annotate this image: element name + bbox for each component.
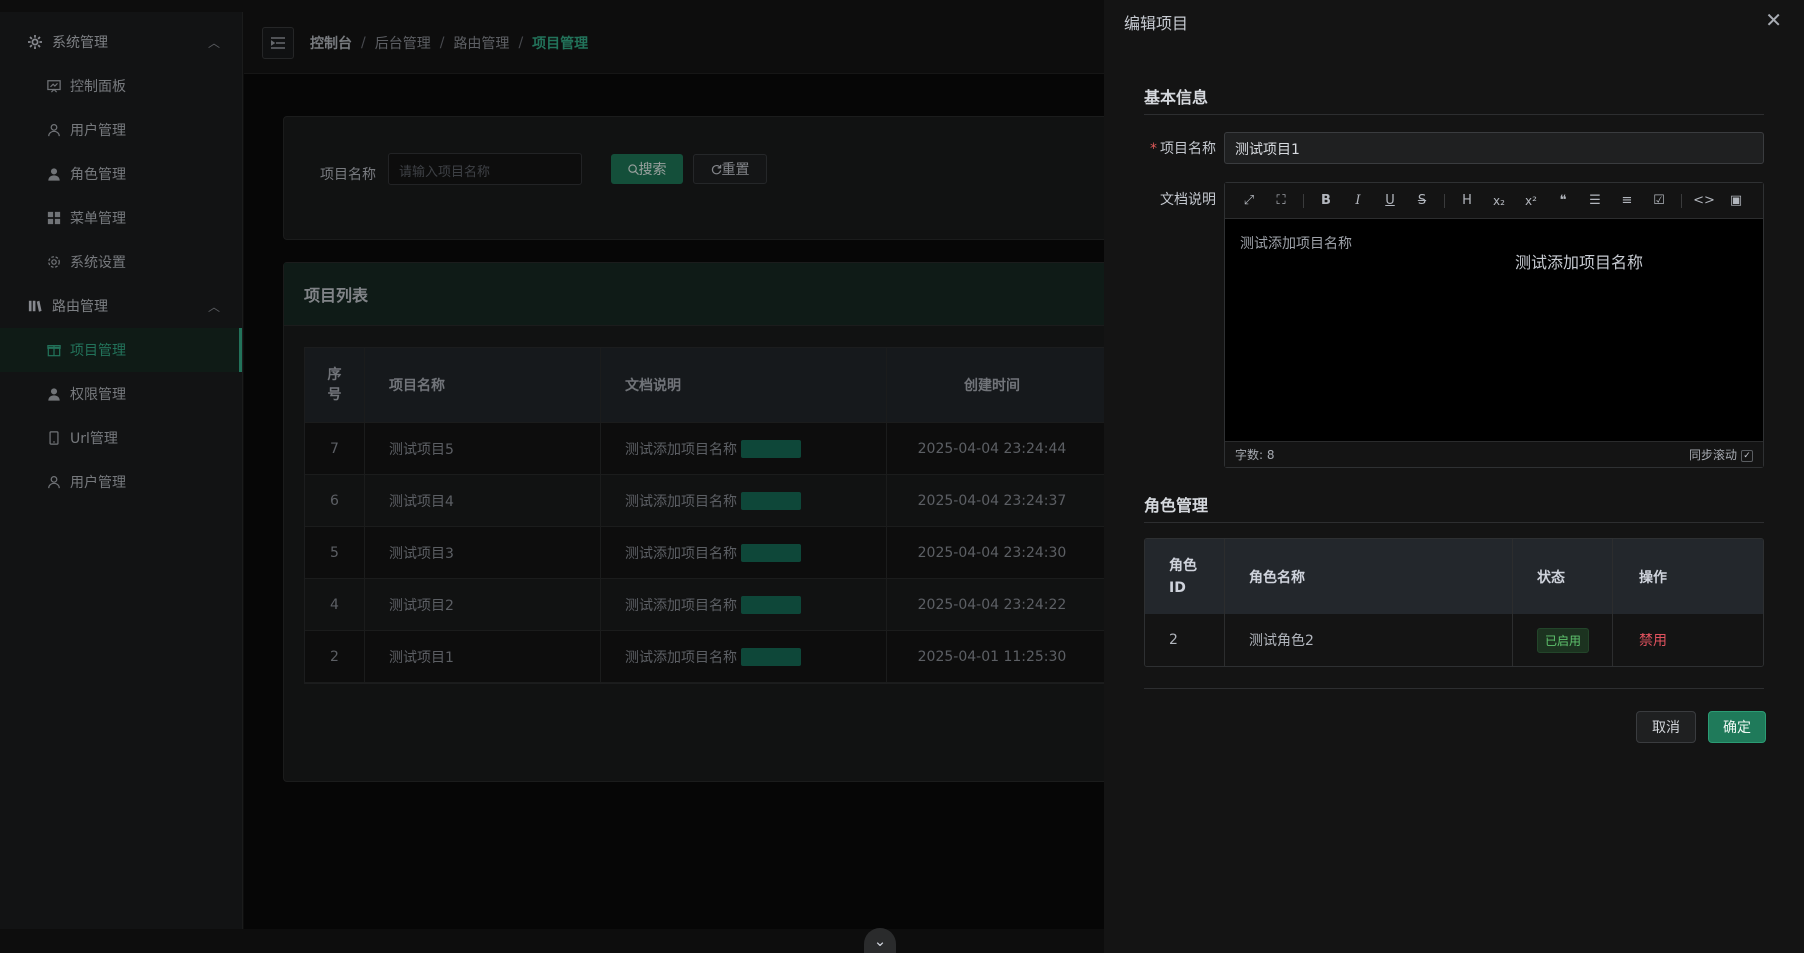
project-name-label-text: 项目名称	[1160, 141, 1216, 157]
drawer-overlay[interactable]	[0, 0, 1104, 953]
editor-body[interactable]: 测试添加项目名称 测试添加项目名称	[1225, 219, 1763, 441]
sync-scroll-toggle[interactable]: 同步滚动 ✓	[1689, 446, 1753, 463]
superscript-icon[interactable]: x²	[1515, 183, 1547, 219]
footer-divider	[1144, 688, 1764, 689]
cell-role-id: 2	[1145, 614, 1225, 666]
bold-icon[interactable]: B	[1310, 183, 1342, 219]
column-header: 操作	[1639, 569, 1667, 586]
section-divider	[1144, 114, 1764, 115]
table-header-row: 角色ID 角色名称 状态 操作	[1145, 539, 1763, 614]
column-header: 角色ID	[1145, 539, 1225, 614]
markdown-editor: ⤢ ⛶ B I U S H x₂ x² ❝ ☰ ≡ ☑ <> ▣ 测试添加项目名…	[1224, 182, 1764, 468]
editor-toolbar: ⤢ ⛶ B I U S H x₂ x² ❝ ☰ ≡ ☑ <> ▣	[1225, 183, 1763, 219]
task-list-icon[interactable]: ☑	[1643, 183, 1675, 219]
column-header: 角色名称	[1225, 539, 1513, 614]
column-header: 状态	[1513, 539, 1613, 614]
edit-project-drawer: 编辑项目 ✕ 基本信息 * 项目名称 测试项目1 文档说明 ⤢ ⛶ B I U S…	[1104, 0, 1804, 953]
close-icon[interactable]: ✕	[1765, 8, 1782, 32]
sync-scroll-label: 同步滚动	[1688, 448, 1737, 462]
heading-icon[interactable]: H	[1451, 183, 1483, 219]
cell-role-name: 测试角色2	[1225, 614, 1513, 666]
cancel-button[interactable]: 取消	[1636, 711, 1696, 743]
quote-icon[interactable]: ❝	[1547, 183, 1579, 219]
italic-icon[interactable]: I	[1342, 183, 1374, 219]
word-count: 字数: 8	[1235, 448, 1275, 462]
toolbar-divider	[1444, 193, 1445, 208]
required-mark: *	[1150, 141, 1157, 157]
role-table: 角色ID 角色名称 状态 操作 2 测试角色2 已启用 禁用	[1144, 538, 1764, 667]
drawer-title: 编辑项目	[1124, 14, 1189, 33]
preview-icon[interactable]: ▣	[1720, 183, 1752, 219]
project-name-label: * 项目名称	[1144, 138, 1216, 158]
cell-status: 已启用	[1513, 614, 1613, 666]
underline-icon[interactable]: U	[1374, 183, 1406, 219]
editor-source-text[interactable]: 测试添加项目名称	[1240, 233, 1352, 253]
project-name-input[interactable]: 测试项目1	[1224, 132, 1764, 164]
bullet-list-icon[interactable]: ☰	[1579, 183, 1611, 219]
section-divider	[1144, 522, 1764, 523]
chevron-down-icon[interactable]: ⌄	[864, 928, 896, 953]
ordered-list-icon[interactable]: ≡	[1611, 183, 1643, 219]
strikethrough-icon[interactable]: S	[1406, 183, 1438, 219]
section-title-roles: 角色管理	[1144, 496, 1209, 515]
toolbar-divider	[1303, 193, 1304, 208]
doc-label: 文档说明	[1160, 192, 1216, 208]
editor-footer: 字数: 8 同步滚动 ✓	[1225, 441, 1763, 467]
editor-preview-text: 测试添加项目名称	[1515, 253, 1644, 272]
toolbar-divider	[1681, 193, 1682, 208]
subscript-icon[interactable]: x₂	[1483, 183, 1515, 219]
disable-role-link[interactable]: 禁用	[1639, 630, 1667, 650]
cell-action: 禁用	[1613, 614, 1763, 666]
section-title-basic: 基本信息	[1144, 88, 1209, 107]
status-badge: 已启用	[1537, 627, 1590, 653]
fullscreen-icon[interactable]: ⛶	[1265, 183, 1297, 219]
confirm-button[interactable]: 确定	[1708, 711, 1766, 743]
table-row: 2 测试角色2 已启用 禁用	[1145, 614, 1763, 666]
code-icon[interactable]: <>	[1688, 183, 1720, 219]
expand-icon[interactable]: ⤢	[1233, 183, 1265, 219]
checkbox-icon[interactable]: ✓	[1741, 449, 1753, 462]
